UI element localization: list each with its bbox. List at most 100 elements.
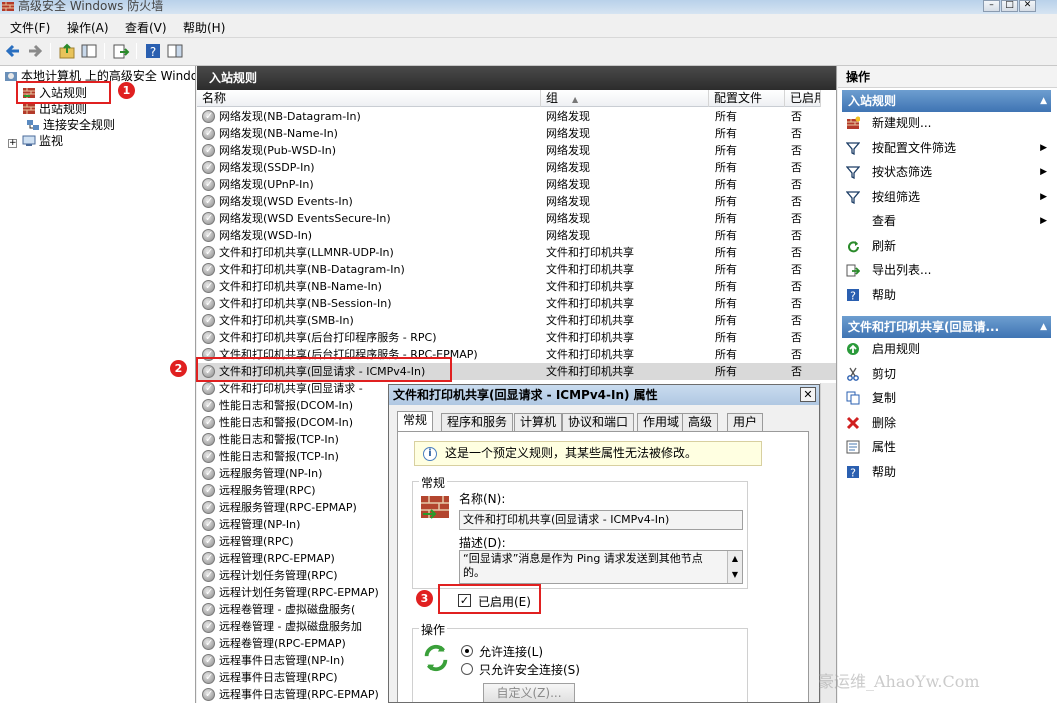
toolbar-separator (50, 43, 51, 59)
outbound-rules-icon (23, 104, 35, 114)
description-scroll-down[interactable]: ▼ (727, 567, 742, 583)
tab-general[interactable]: 常规 (397, 411, 434, 431)
table-row[interactable]: 网络发现(WSD-In) 网络发现 所有 否 (197, 227, 836, 244)
cell-enabled: 否 (791, 365, 802, 378)
column-enabled[interactable]: 已启用 (785, 90, 821, 107)
action-item[interactable]: 查看 ▶ (846, 211, 1051, 231)
expand-icon[interactable]: + (8, 139, 17, 148)
cell-enabled: 否 (791, 127, 802, 140)
menu-view[interactable]: 查看(V) (125, 19, 167, 36)
close-button[interactable]: ✕ (1019, 0, 1036, 12)
back-icon[interactable] (4, 42, 22, 60)
dialog-close-button[interactable]: ✕ (800, 387, 816, 402)
action-item[interactable]: 复制 (846, 388, 1051, 408)
table-row[interactable]: 网络发现(WSD EventsSecure-In) 网络发现 所有 否 (197, 210, 836, 227)
collapse-icon[interactable]: ▲ (1040, 316, 1047, 338)
column-group[interactable]: 组 ▲ (541, 90, 709, 107)
cell-enabled: 否 (791, 263, 802, 276)
sort-arrow-icon: ▲ (572, 95, 579, 104)
table-row[interactable]: 网络发现(WSD Events-In) 网络发现 所有 否 (197, 193, 836, 210)
tab-protocols-ports[interactable]: 协议和端口 (562, 413, 635, 431)
cell-group: 网络发现 (546, 110, 590, 123)
table-row[interactable]: 网络发现(Pub-WSD-In) 网络发现 所有 否 (197, 142, 836, 159)
action-item[interactable]: ? 帮助 (846, 462, 1051, 482)
table-row[interactable]: 文件和打印机共享(NB-Datagram-In) 文件和打印机共享 所有 否 (197, 261, 836, 278)
action-item[interactable]: 按组筛选 ▶ (846, 187, 1051, 207)
allow-secure-radio[interactable] (461, 663, 473, 675)
action-item[interactable]: 按配置文件筛选 ▶ (846, 138, 1051, 158)
tab-users[interactable]: 用户 (727, 413, 764, 431)
rule-disabled-icon (202, 669, 215, 686)
cell-name: 文件和打印机共享(NB-Session-In) (219, 297, 392, 310)
table-row[interactable]: 文件和打印机共享(后台打印程序服务 - RPC) 文件和打印机共享 所有 否 (197, 329, 836, 346)
cell-group: 网络发现 (546, 127, 590, 140)
svg-text:?: ? (850, 466, 856, 479)
description-field[interactable]: “回显请求”消息是作为 Ping 请求发送到其他节点的。 ▲ ▼ (459, 550, 743, 584)
show-action-pane-icon[interactable] (166, 42, 184, 60)
table-row[interactable]: 文件和打印机共享(NB-Session-In) 文件和打印机共享 所有 否 (197, 295, 836, 312)
tab-advanced[interactable]: 高级 (682, 413, 719, 431)
action-item[interactable]: 刷新 (846, 236, 1051, 256)
cell-enabled: 否 (791, 229, 802, 242)
menu-file[interactable]: 文件(F) (10, 19, 50, 36)
table-row[interactable]: 文件和打印机共享(LLMNR-UDP-In) 文件和打印机共享 所有 否 (197, 244, 836, 261)
filter-icon (846, 166, 860, 179)
action-item[interactable]: 剪切 (846, 364, 1051, 384)
cell-group: 网络发现 (546, 178, 590, 191)
customize-button[interactable]: 自定义(Z)... (483, 683, 575, 702)
cell-group: 文件和打印机共享 (546, 263, 634, 276)
tree-item-monitor[interactable]: + 监视 (8, 133, 63, 149)
actions-section-inbound[interactable]: 入站规则 ▲ (842, 90, 1051, 112)
table-row[interactable]: 网络发现(UPnP-In) 网络发现 所有 否 (197, 176, 836, 193)
action-item[interactable]: 启用规则 (846, 339, 1051, 359)
filter-icon (846, 141, 860, 155)
tab-programs-services[interactable]: 程序和服务 (441, 413, 514, 431)
action-item[interactable]: 按状态筛选 ▶ (846, 162, 1051, 182)
menu-help[interactable]: 帮助(H) (183, 19, 225, 36)
action-item[interactable]: 属性 (846, 437, 1051, 457)
cell-profile: 所有 (715, 263, 737, 276)
help-icon[interactable]: ? (144, 42, 162, 60)
action-item[interactable]: ? 帮助 (846, 285, 1051, 305)
tree-item-connection-security[interactable]: 连接安全规则 (26, 117, 115, 133)
minimize-button[interactable]: – (983, 0, 1000, 12)
highlight-inbound-rules (16, 81, 111, 104)
table-row[interactable]: 文件和打印机共享(NB-Name-In) 文件和打印机共享 所有 否 (197, 278, 836, 295)
action-item[interactable]: 删除 (846, 413, 1051, 433)
actions-section-rule[interactable]: 文件和打印机共享(回显请... ▲ (842, 316, 1051, 338)
collapse-icon[interactable]: ▲ (1040, 90, 1047, 112)
allow-connection-label: 允许连接(L) (479, 645, 544, 659)
action-item[interactable]: 新建规则... (846, 113, 1051, 133)
general-tab-content: i 这是一个预定义规则，其某些属性无法被修改。 常规 名称(N): 文件和打印机… (397, 431, 809, 702)
forward-icon[interactable] (26, 42, 44, 60)
description-scroll-up[interactable]: ▲ (727, 551, 742, 567)
column-profile[interactable]: 配置文件 (709, 90, 785, 107)
cell-enabled: 否 (791, 246, 802, 259)
column-name[interactable]: 名称 (197, 90, 541, 107)
rules-scrollbar[interactable] (820, 383, 836, 703)
tab-scope[interactable]: 作用域 (637, 413, 686, 431)
cell-profile: 所有 (715, 246, 737, 259)
cell-profile: 所有 (715, 212, 737, 225)
show-tree-icon[interactable] (80, 42, 98, 60)
action-item[interactable]: 导出列表... (846, 260, 1051, 280)
rule-disabled-icon (202, 261, 215, 278)
maximize-button[interactable]: □ (1001, 0, 1018, 12)
tab-computers[interactable]: 计算机 (514, 413, 563, 431)
allow-connection-radio[interactable] (461, 645, 473, 657)
up-folder-icon[interactable] (58, 42, 76, 60)
table-row[interactable]: 网络发现(SSDP-In) 网络发现 所有 否 (197, 159, 836, 176)
cell-enabled: 否 (791, 297, 802, 310)
export-icon[interactable] (112, 42, 130, 60)
table-row[interactable]: 网络发现(NB-Name-In) 网络发现 所有 否 (197, 125, 836, 142)
name-field[interactable]: 文件和打印机共享(回显请求 - ICMPv4-In) (459, 510, 743, 530)
cell-profile: 所有 (715, 365, 737, 378)
rule-disabled-icon (202, 499, 215, 516)
cell-enabled: 否 (791, 348, 802, 361)
table-row[interactable]: 网络发现(NB-Datagram-In) 网络发现 所有 否 (197, 108, 836, 125)
properties-icon (846, 440, 860, 454)
menu-action[interactable]: 操作(A) (67, 19, 109, 36)
action-label: 帮助 (872, 287, 897, 302)
table-row[interactable]: 文件和打印机共享(SMB-In) 文件和打印机共享 所有 否 (197, 312, 836, 329)
submenu-arrow-icon: ▶ (1040, 142, 1047, 153)
